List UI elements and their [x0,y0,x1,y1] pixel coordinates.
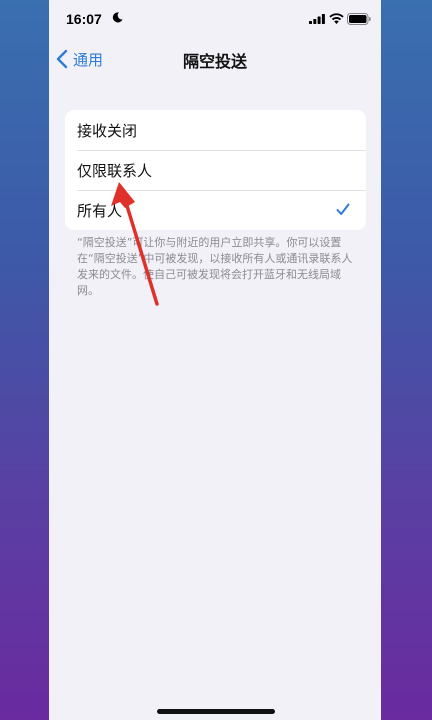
page-title: 隔空投送 [182,52,247,71]
checkmark-icon [336,203,350,215]
option-everyone[interactable]: 所有人 [65,190,366,230]
home-indicator[interactable] [157,709,275,714]
option-contacts-only[interactable]: 仅限联系人 [65,150,366,190]
phone-screen: 16:07 通用 隔空投送 接收关闭 仅限联系人 所有人 “隔空投送”可让你与附… [49,0,381,720]
navigation-bar: 通用 隔空投送 [49,40,381,80]
status-bar: 16:07 [49,0,381,40]
airdrop-footnote: “隔空投送”可让你与附近的用户立即共享。你可以设置在“隔空投送”中可被发现，以接… [77,236,353,297]
wifi-icon [329,13,344,24]
signal-icon [309,14,325,24]
airdrop-options-group: 接收关闭 仅限联系人 所有人 [65,110,366,230]
option-label: 接收关闭 [77,121,138,140]
option-label: 仅限联系人 [77,161,153,180]
battery-icon [347,13,371,25]
option-label: 所有人 [77,201,123,220]
status-time: 16:07 [66,11,102,27]
annotation-arrow-icon [111,182,159,306]
moon-icon [112,12,123,23]
option-receiving-off[interactable]: 接收关闭 [65,110,366,150]
